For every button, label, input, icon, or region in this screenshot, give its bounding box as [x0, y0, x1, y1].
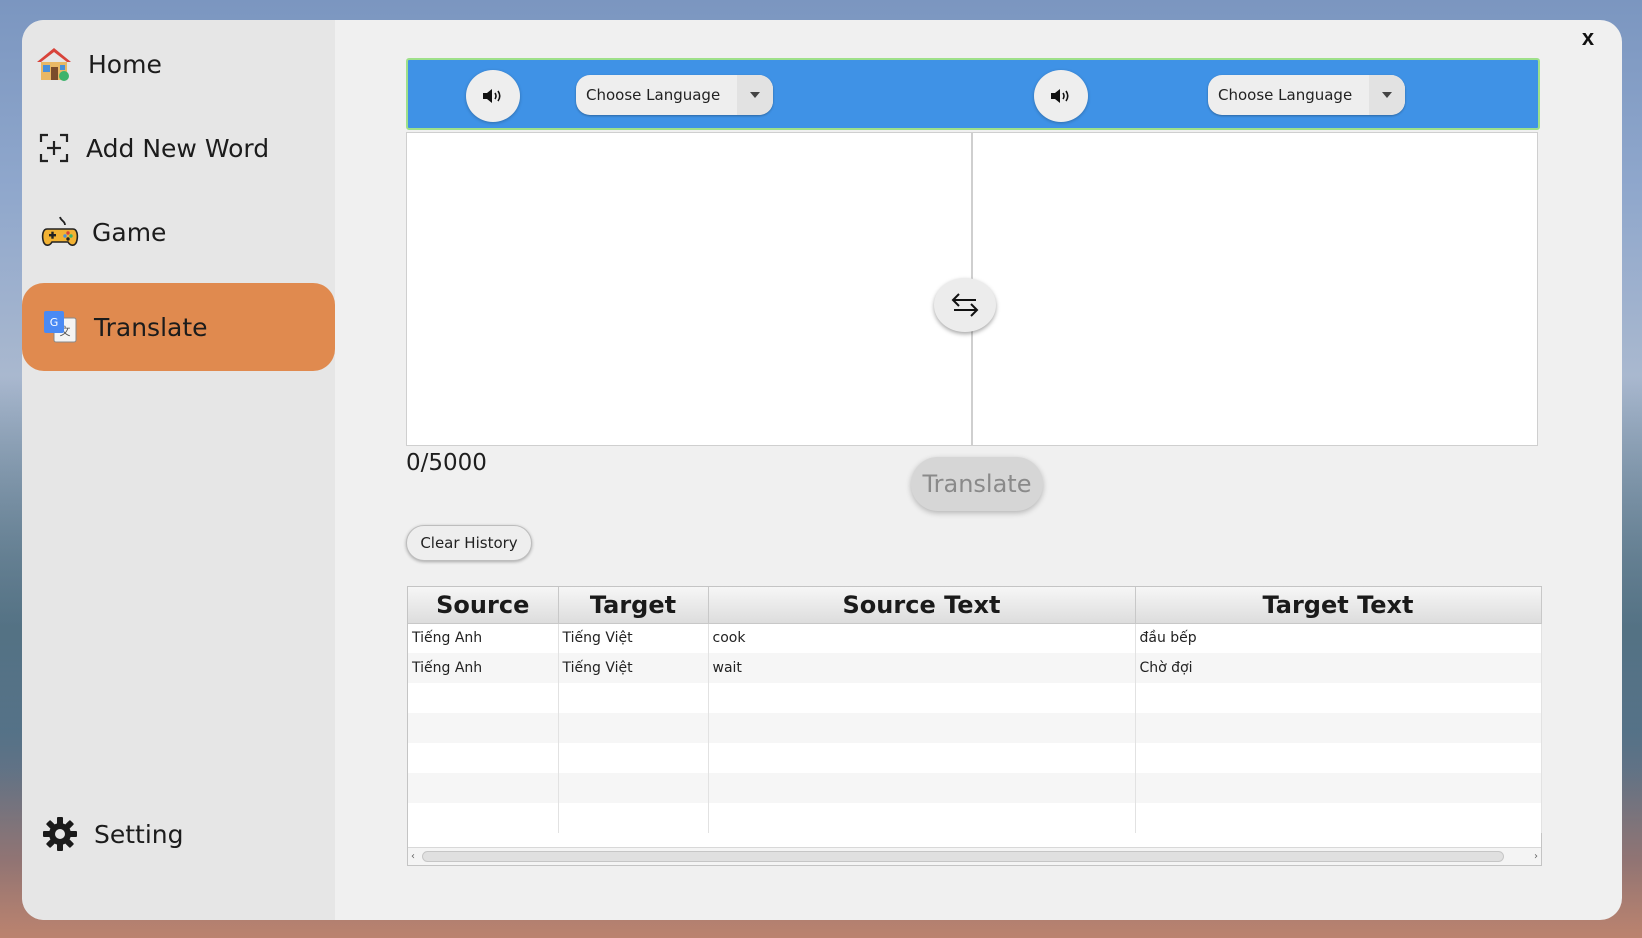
- sidebar-item-translate[interactable]: 文 G Translate: [22, 283, 335, 371]
- column-header-target-text[interactable]: Target Text: [1135, 587, 1542, 624]
- table-cell: Tiếng Việt: [558, 623, 709, 653]
- gamepad-icon: [40, 212, 80, 252]
- column-header-source-text[interactable]: Source Text: [708, 587, 1136, 624]
- sidebar-item-add-new-word[interactable]: Add New Word: [22, 104, 335, 192]
- target-language-value: Choose Language: [1218, 86, 1353, 104]
- chevron-down-icon: [737, 75, 773, 115]
- table-cell: Tiếng Việt: [558, 653, 709, 683]
- sidebar-item-label: Setting: [94, 819, 184, 849]
- swap-icon: [951, 293, 979, 317]
- speaker-icon: [483, 89, 501, 103]
- translator-panel: Choose Language Choose Language: [406, 58, 1540, 446]
- speaker-icon: [1051, 89, 1069, 103]
- sidebar-item-game[interactable]: Game: [22, 188, 335, 276]
- target-speak-button[interactable]: [1034, 70, 1088, 122]
- empty-row: [408, 683, 1542, 713]
- source-language-value: Choose Language: [586, 86, 721, 104]
- sidebar-item-setting[interactable]: Setting: [22, 790, 335, 878]
- add-word-icon: [34, 128, 74, 168]
- horizontal-scrollbar[interactable]: ‹ ›: [408, 847, 1541, 865]
- table-cell: đầu bếp: [1135, 623, 1542, 653]
- table-cell: Chờ đợi: [1135, 653, 1542, 683]
- sidebar-item-label: Translate: [94, 312, 208, 342]
- column-header-source[interactable]: Source: [408, 587, 559, 624]
- empty-row: [408, 713, 1542, 743]
- table-row[interactable]: Tiếng Anh Tiếng Việt wait Chờ đợi: [408, 653, 1542, 683]
- chevron-down-icon: [1369, 75, 1405, 115]
- scroll-left-icon[interactable]: ‹: [411, 851, 415, 862]
- table-cell: Tiếng Anh: [408, 623, 559, 653]
- google-translate-icon: 文 G: [40, 307, 80, 347]
- svg-text:G: G: [50, 316, 59, 329]
- source-text-area[interactable]: [406, 132, 972, 446]
- table-row[interactable]: Tiếng Anh Tiếng Việt cook đầu bếp: [408, 623, 1542, 653]
- scroll-right-icon[interactable]: ›: [1534, 851, 1538, 862]
- table-cell: Tiếng Anh: [408, 653, 559, 683]
- swap-languages-button[interactable]: [934, 278, 996, 332]
- target-language-select[interactable]: Choose Language: [1208, 75, 1405, 115]
- target-text-area[interactable]: [972, 132, 1538, 446]
- app-window: Home Add New Word Game 文 G Translate Set…: [22, 20, 1622, 920]
- table-cell: cook: [708, 623, 1136, 653]
- home-icon: [34, 44, 74, 84]
- sidebar-item-label: Add New Word: [86, 133, 270, 163]
- gear-icon: [40, 814, 80, 854]
- history-table: Source Target Source Text Target Text Ti…: [407, 586, 1542, 866]
- language-bar: Choose Language Choose Language: [406, 58, 1540, 130]
- empty-row: [408, 803, 1542, 833]
- clear-history-button[interactable]: Clear History: [406, 525, 532, 561]
- scrollbar-thumb[interactable]: [422, 851, 1504, 862]
- source-language-select[interactable]: Choose Language: [576, 75, 773, 115]
- empty-row: [408, 773, 1542, 803]
- source-speak-button[interactable]: [466, 70, 520, 122]
- table-cell: wait: [708, 653, 1136, 683]
- column-header-target[interactable]: Target: [558, 587, 709, 624]
- character-counter: 0/5000: [406, 450, 487, 476]
- sidebar-item-label: Home: [88, 49, 162, 79]
- sidebar: Home Add New Word Game 文 G Translate Set…: [22, 20, 335, 920]
- close-button[interactable]: x: [1576, 25, 1600, 51]
- sidebar-item-home[interactable]: Home: [22, 20, 335, 108]
- empty-row: [408, 743, 1542, 773]
- sidebar-item-label: Game: [92, 217, 167, 247]
- translate-button[interactable]: Translate: [911, 457, 1043, 511]
